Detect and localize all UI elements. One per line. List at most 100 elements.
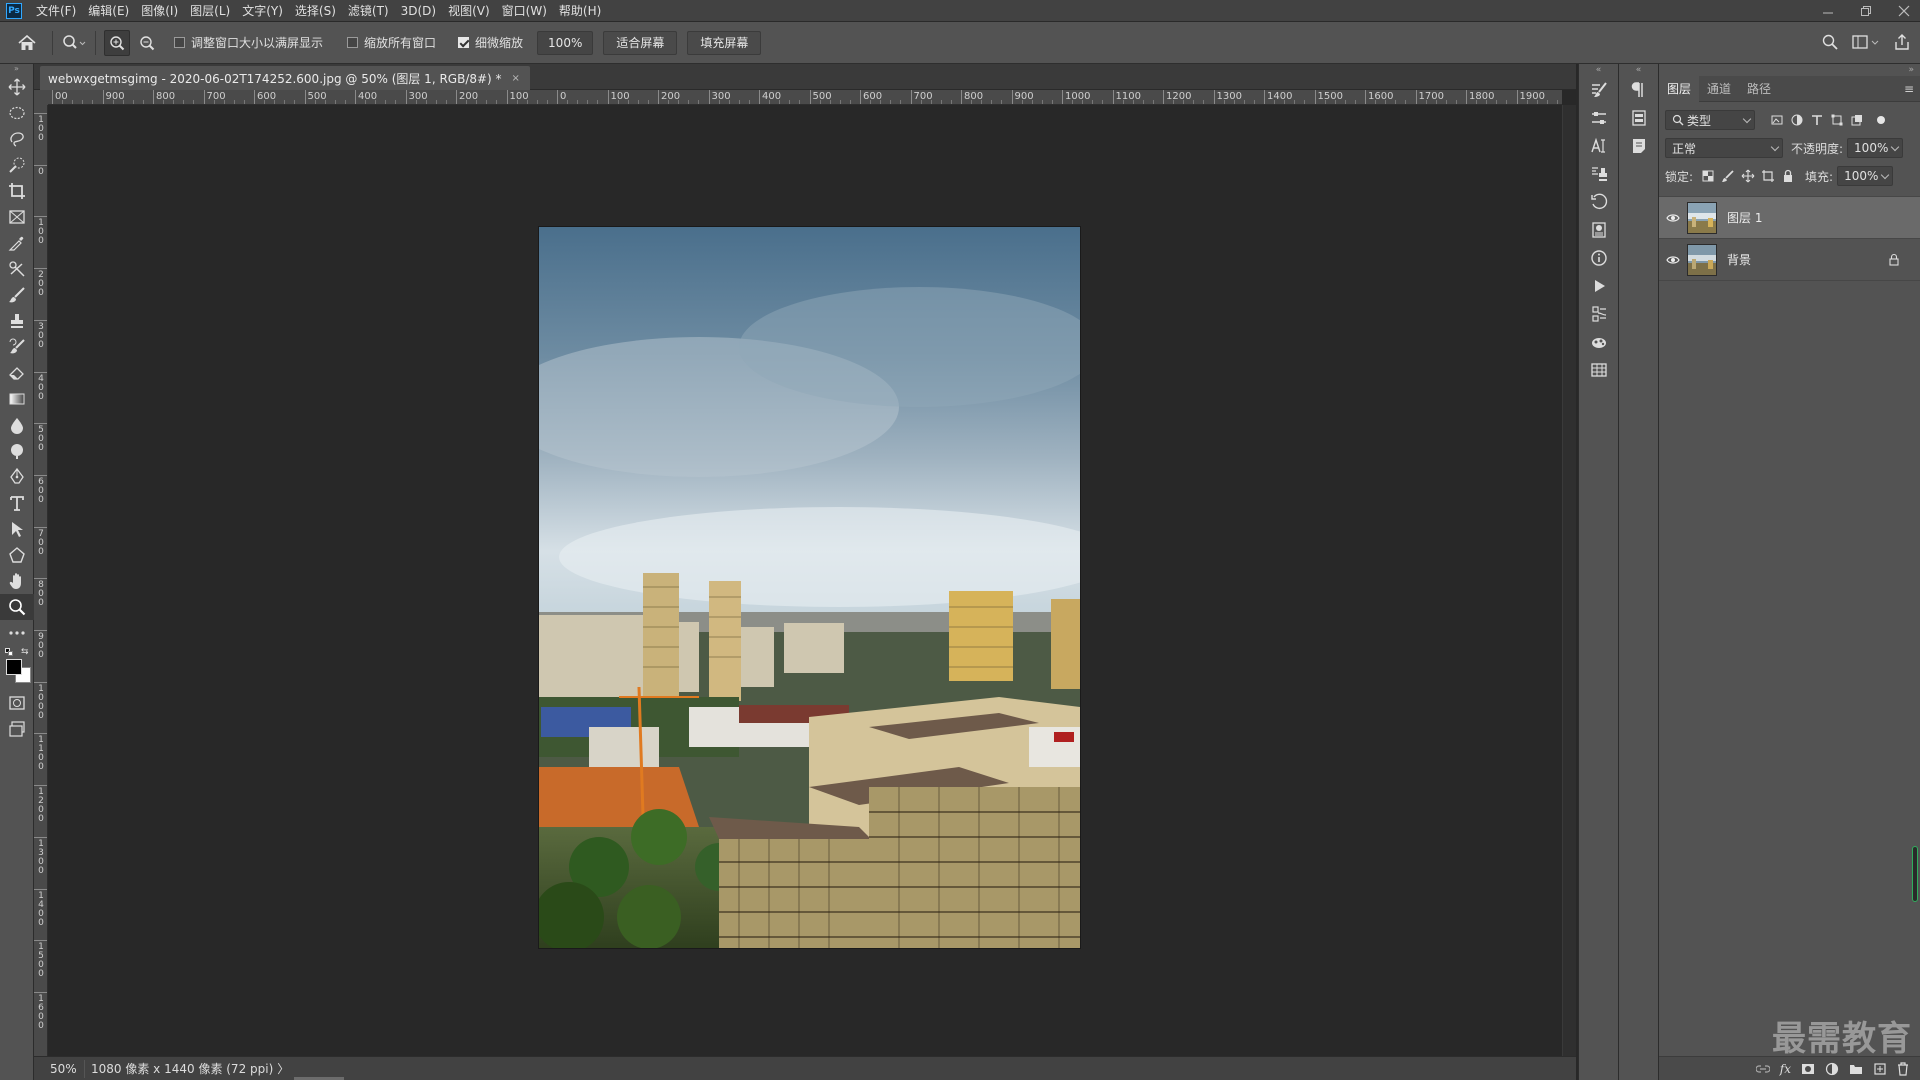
quick-mask-icon[interactable] [0,690,34,716]
history-brush-tool-icon[interactable] [0,334,34,360]
menu-select[interactable]: 选择(S) [289,2,342,19]
blur-tool-icon[interactable] [0,412,34,438]
checkbox-box[interactable] [174,37,185,48]
lock-transparent-pixels-icon[interactable] [1701,169,1715,183]
dodge-tool-icon[interactable] [0,438,34,464]
default-colors-icon[interactable] [5,648,13,656]
close-tab-icon[interactable]: × [512,73,520,84]
zoom-in-icon[interactable] [104,29,130,56]
document-image[interactable] [539,227,1080,948]
foreground-color-swatch[interactable] [6,659,22,675]
workspace-icon[interactable] [1852,34,1880,53]
eyedropper-tool-icon[interactable] [0,230,34,256]
swap-colors-icon[interactable]: ⇆ [21,647,29,657]
scrubby-zoom-checkbox[interactable]: 细微缩放 [458,34,523,51]
fit-screen-button[interactable]: 适合屏幕 [603,30,678,55]
menu-window[interactable]: 窗口(W) [496,2,553,19]
link-layers-icon[interactable] [1755,1063,1770,1075]
libraries-icon[interactable] [1619,104,1659,132]
info-icon[interactable] [1579,244,1619,272]
collapse-arrows-icon[interactable]: » [0,64,33,74]
horizontal-ruler[interactable]: 00 900 800 700 600 500 400 300 200 100 0 100 200 300 4… [48,90,1562,105]
shape-tool-icon[interactable] [0,542,34,568]
notes-icon[interactable] [1619,132,1659,160]
zoom-tool-preset-icon[interactable] [61,30,87,56]
zoom-all-windows-checkbox[interactable]: 缩放所有窗口 [347,34,436,51]
actions-play-icon[interactable] [1579,272,1619,300]
menu-edit[interactable]: 编辑(E) [82,2,135,19]
menu-type[interactable]: 文字(Y) [236,2,289,19]
type-tool-icon[interactable] [0,490,34,516]
close-icon[interactable] [1896,3,1912,19]
brush-settings-icon[interactable] [1579,76,1619,104]
zoom-out-icon[interactable] [134,30,160,56]
history-icon[interactable] [1579,188,1619,216]
timeline-table-icon[interactable] [1579,356,1619,384]
share-icon[interactable] [1894,33,1910,53]
visibility-eye-icon[interactable] [1659,255,1687,265]
move-tool-icon[interactable] [0,74,34,100]
collapse-panel-icon[interactable]: » [1659,64,1920,76]
properties-icon[interactable] [1579,300,1619,328]
menu-help[interactable]: 帮助(H) [553,2,607,19]
new-group-icon[interactable] [1849,1063,1863,1075]
lock-position-icon[interactable] [1741,169,1755,183]
new-layer-icon[interactable] [1873,1062,1887,1076]
restore-icon[interactable] [1858,3,1874,19]
character-icon[interactable] [1579,132,1619,160]
checkbox-box-checked[interactable] [458,37,470,48]
frame-tool-icon[interactable] [0,204,34,230]
vertical-ruler[interactable]: 1000100200300400500600700800900100011001… [34,105,48,1056]
tab-channels[interactable]: 通道 [1699,76,1739,102]
menu-layer[interactable]: 图层(L) [184,2,236,19]
layer-row[interactable]: 图层 1 [1659,197,1920,239]
lock-artboard-icon[interactable] [1761,169,1775,183]
pen-tool-icon[interactable] [0,464,34,490]
layer-filter-dropdown[interactable]: 类型 [1665,110,1755,130]
minimize-icon[interactable] [1820,3,1836,19]
menu-image[interactable]: 图像(I) [135,2,184,19]
marquee-tool-icon[interactable] [0,100,34,126]
status-doc-info[interactable]: 1080 像素 x 1440 像素 (72 ppi) [91,1060,273,1077]
path-selection-tool-icon[interactable] [0,516,34,542]
collapse-panels-icon[interactable]: « [1579,64,1618,76]
layer-row[interactable]: 背景 [1659,239,1920,281]
delete-layer-icon[interactable] [1897,1061,1909,1076]
status-zoom[interactable]: 50% [34,1062,78,1076]
menu-view[interactable]: 视图(V) [442,2,496,19]
checkbox-box[interactable] [347,37,359,48]
menu-3d[interactable]: 3D(D) [395,4,442,18]
panel-menu-icon[interactable]: ≡ [1904,82,1914,96]
fill-screen-button[interactable]: 填充屏幕 [687,30,762,55]
status-menu-arrow[interactable]: 〉 [277,1060,289,1077]
eraser-tool-icon[interactable] [0,360,34,386]
new-adjustment-layer-icon[interactable] [1825,1062,1839,1076]
filter-adjustment-icon[interactable] [1791,114,1803,126]
filter-toggle-icon[interactable] [1877,116,1885,124]
layer-name[interactable]: 图层 1 [1727,209,1762,226]
more-tools-icon[interactable] [0,620,34,646]
filter-shape-icon[interactable] [1831,114,1843,126]
vertical-scrollbar[interactable] [1562,105,1576,1056]
zoom-100-button[interactable]: 100% [537,30,594,55]
menu-filter[interactable]: 滤镜(T) [342,2,395,19]
menu-file[interactable]: 文件(F) [30,2,82,19]
layer-name[interactable]: 背景 [1727,251,1751,268]
lock-all-icon[interactable] [1781,169,1795,183]
filter-smart-object-icon[interactable] [1851,114,1863,126]
filter-type-icon[interactable] [1811,114,1823,126]
panel-scroll-indicator[interactable] [1912,846,1918,902]
document-tab[interactable]: webwxgetmsgimg - 2020-06-02T174252.600.j… [40,66,530,90]
search-icon[interactable] [1822,34,1838,53]
tab-layers[interactable]: 图层 [1659,75,1700,102]
ruler-origin[interactable] [34,90,48,105]
paragraph-icon[interactable] [1619,76,1659,104]
home-icon[interactable] [8,27,46,59]
adjustments-icon[interactable] [1579,104,1619,132]
hand-tool-icon[interactable] [0,568,34,594]
filter-pixel-icon[interactable] [1771,114,1783,126]
crop-tool-icon[interactable] [0,178,34,204]
collapse-panels-icon[interactable]: « [1619,64,1658,76]
clone-source-icon[interactable] [1579,160,1619,188]
add-mask-icon[interactable] [1801,1063,1815,1075]
